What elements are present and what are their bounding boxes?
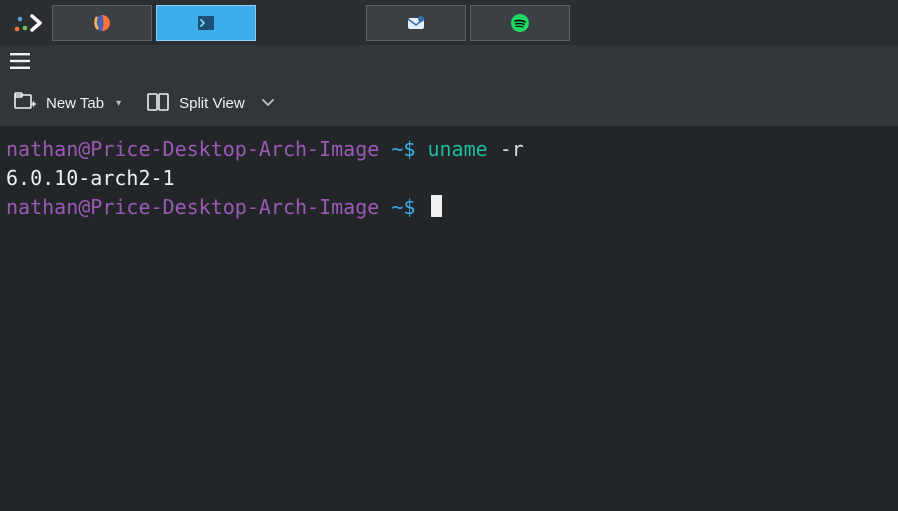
taskbar — [0, 0, 898, 45]
menubar — [0, 45, 898, 81]
terminal-cursor — [431, 195, 442, 217]
split-view-label: Split View — [179, 95, 245, 112]
prompt-symbol: $ — [403, 195, 415, 219]
email-icon — [406, 13, 426, 33]
chevron-down-icon — [261, 95, 275, 112]
prompt-path: ~ — [391, 195, 403, 219]
command-output: 6.0.10-arch2-1 — [6, 166, 175, 190]
taskbar-item-spotify[interactable] — [470, 5, 570, 41]
chevron-down-icon: ▾ — [116, 98, 121, 109]
new-tab-icon — [14, 92, 36, 116]
prompt-symbol: $ — [403, 137, 415, 161]
hamburger-menu-icon[interactable] — [10, 53, 30, 74]
plasma-launcher-icon — [12, 8, 42, 38]
split-view-button[interactable]: Split View — [147, 93, 275, 115]
spotify-icon — [510, 13, 530, 33]
taskbar-item-firefox[interactable] — [52, 5, 152, 41]
taskbar-item-email[interactable] — [366, 5, 466, 41]
app-launcher[interactable] — [6, 0, 48, 45]
prompt-user-host: nathan@Price-Desktop-Arch-Image — [6, 195, 379, 219]
terminal-window: New Tab ▾ Split View nathan@Price-Deskto… — [0, 45, 898, 511]
firefox-icon — [92, 13, 112, 33]
terminal-area[interactable]: nathan@Price-Desktop-Arch-Image ~$ uname… — [0, 127, 898, 511]
command: uname — [427, 137, 487, 161]
prompt-path: ~ — [391, 137, 403, 161]
new-tab-label: New Tab — [46, 95, 104, 112]
konsole-icon — [196, 13, 216, 33]
taskbar-item-konsole[interactable] — [156, 5, 256, 41]
new-tab-button[interactable]: New Tab ▾ — [14, 92, 121, 116]
split-view-icon — [147, 93, 169, 115]
prompt-user-host: nathan@Price-Desktop-Arch-Image — [6, 137, 379, 161]
command-args: -r — [500, 137, 524, 161]
toolbar: New Tab ▾ Split View — [0, 81, 898, 127]
